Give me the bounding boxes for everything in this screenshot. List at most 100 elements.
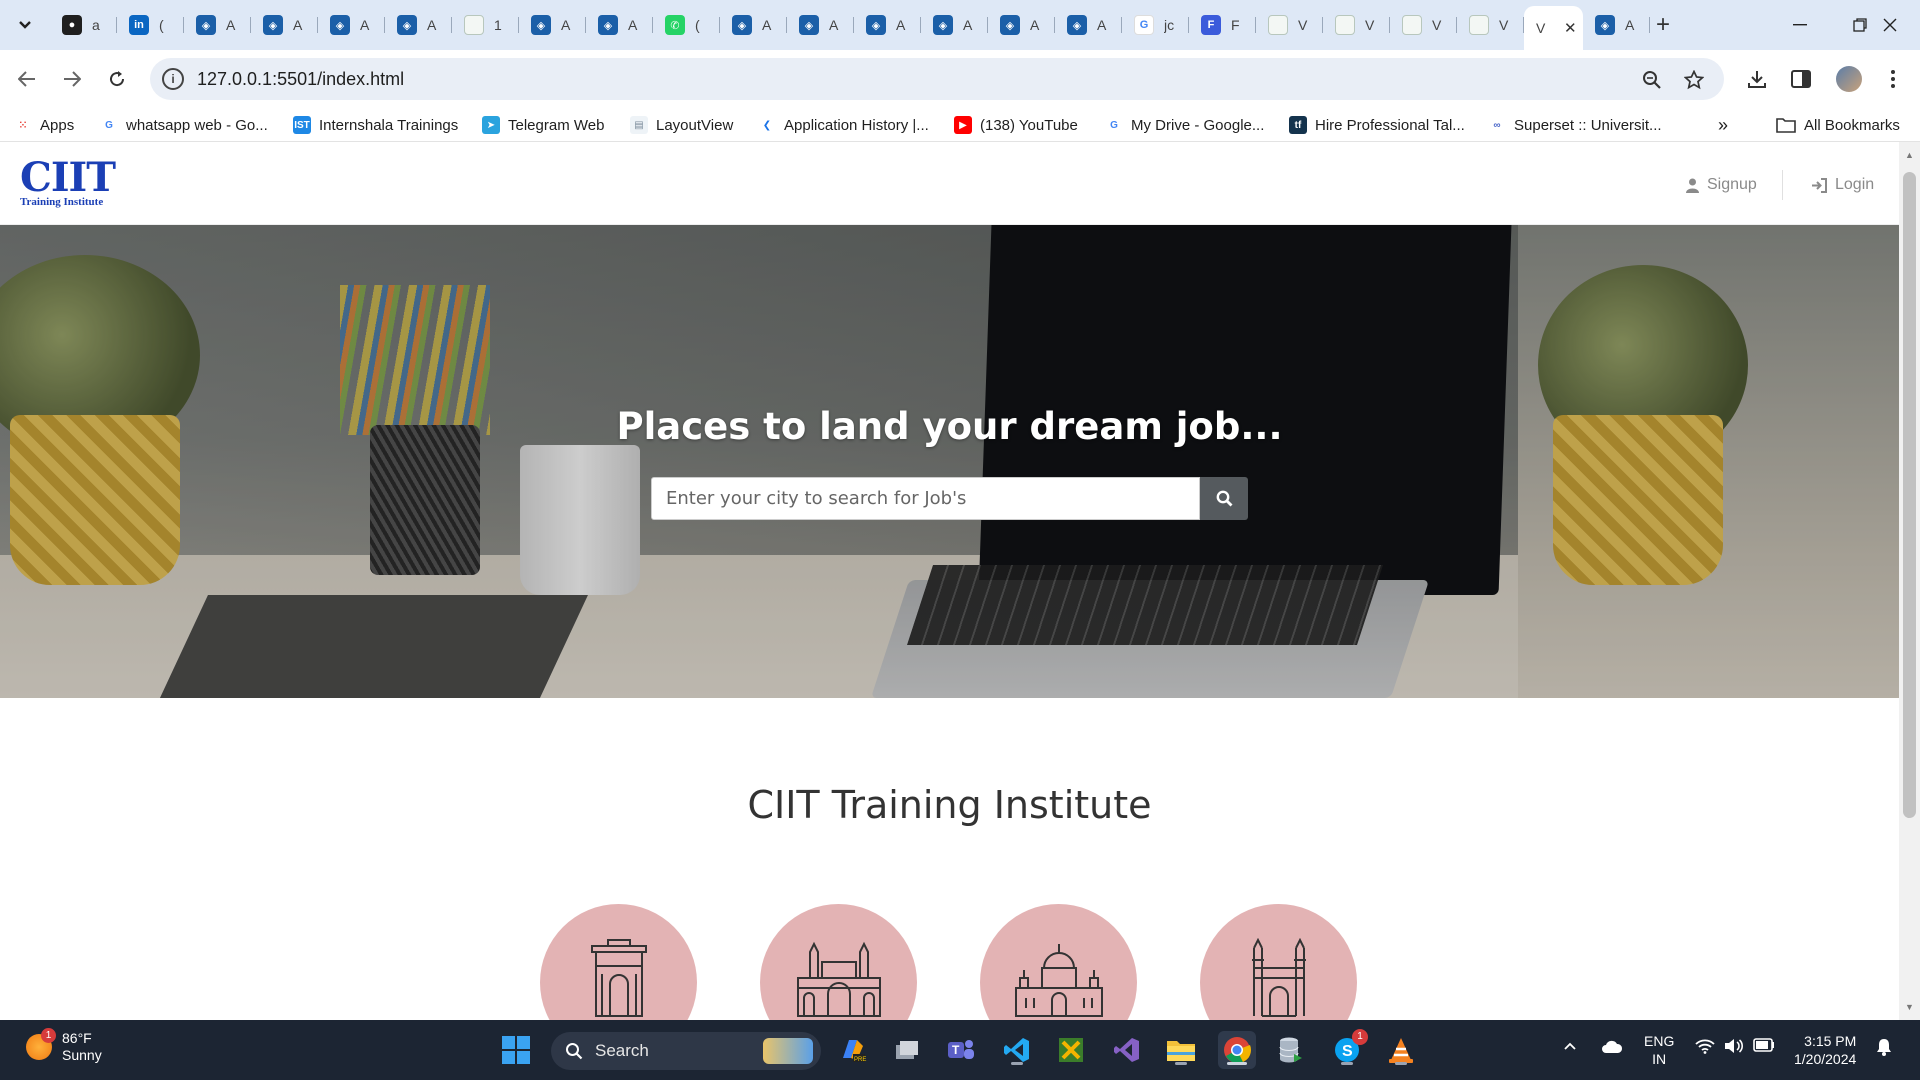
bookmark-item[interactable]: ▶ (138) YouTube (954, 114, 1078, 136)
browser-tab[interactable]: ◈ A (1055, 6, 1122, 44)
app-icon: ◈ (598, 15, 618, 35)
scroll-up-icon[interactable]: ▲ (1899, 150, 1920, 166)
language-indicator[interactable]: ENG IN (1644, 1032, 1674, 1068)
browser-tab[interactable]: ◈ A (787, 6, 854, 44)
tab-search-chevron-icon[interactable] (8, 8, 42, 42)
active-tab[interactable]: V ✕ (1524, 6, 1583, 50)
notification-bell-icon[interactable] (1876, 1038, 1892, 1060)
browser-tab[interactable]: ◈ A (720, 6, 787, 44)
site-logo[interactable]: CIIT Training Institute (20, 158, 116, 208)
browser-tab[interactable]: V (1457, 6, 1524, 44)
taskbar-xampp-icon[interactable] (1052, 1031, 1090, 1069)
weather-sun-icon: 1 (26, 1028, 56, 1060)
browser-tab[interactable]: ◈ A (251, 6, 318, 44)
tab-title: V (1536, 20, 1546, 36)
forward-icon[interactable] (55, 62, 89, 96)
taskbar-copilot-icon[interactable]: PRE (834, 1031, 872, 1069)
side-panel-icon[interactable] (1784, 62, 1818, 96)
new-tab-button[interactable]: + (1648, 10, 1678, 40)
taskbar-search[interactable]: Search (551, 1032, 821, 1070)
close-window-icon[interactable] (1860, 0, 1920, 50)
start-button[interactable] (497, 1031, 535, 1069)
browser-tab[interactable]: 1 (452, 6, 519, 44)
url-text[interactable]: 127.0.0.1:5501/index.html (197, 69, 404, 90)
minimize-icon[interactable] (1770, 0, 1830, 50)
taskbar-database-icon[interactable] (1272, 1031, 1310, 1069)
tab-title: A (762, 17, 772, 33)
all-bookmarks-label: All Bookmarks (1804, 116, 1900, 134)
search-button[interactable] (1200, 477, 1248, 520)
browser-tab[interactable]: ◈ A (184, 6, 251, 44)
download-icon[interactable] (1740, 62, 1774, 96)
close-tab-icon[interactable]: ✕ (1564, 19, 1577, 37)
app-icon: ◈ (263, 15, 283, 35)
volume-icon[interactable] (1724, 1038, 1744, 1058)
battery-icon[interactable] (1753, 1038, 1775, 1056)
browser-tab[interactable]: ◈ A (988, 6, 1055, 44)
taskbar-skype-icon[interactable]: S 1 (1328, 1029, 1368, 1069)
browser-tab[interactable]: Gjc (1122, 6, 1189, 44)
browser-tab[interactable]: FF (1189, 6, 1256, 44)
all-bookmarks[interactable]: All Bookmarks (1776, 114, 1900, 136)
menu-kebab-icon[interactable] (1876, 62, 1910, 96)
taskbar-chrome-icon[interactable] (1218, 1031, 1256, 1069)
zoom-icon[interactable] (1640, 68, 1664, 92)
scroll-down-icon[interactable]: ▼ (1899, 1002, 1920, 1018)
system-clock[interactable]: 3:15 PM 1/20/2024 (1794, 1032, 1856, 1068)
bookmark-star-icon[interactable] (1682, 68, 1706, 92)
browser-tab[interactable]: ● a (50, 6, 117, 44)
taskbar-file-explorer-icon[interactable] (1162, 1031, 1200, 1069)
tray-chevron-up-icon[interactable] (1563, 1038, 1577, 1055)
bookmark-item[interactable]: G My Drive - Google... (1105, 114, 1264, 136)
app-icon: ◈ (1067, 15, 1087, 35)
city-search-input[interactable] (651, 477, 1200, 520)
bookmark-item[interactable]: ❮ Application History |... (758, 114, 929, 136)
browser-tab[interactable]: V (1256, 6, 1323, 44)
youtube-icon: ▶ (954, 116, 972, 134)
tab-title: jc (1164, 17, 1175, 33)
login-link[interactable]: Login (1811, 176, 1874, 194)
bookmark-item[interactable]: ➤ Telegram Web (482, 114, 604, 136)
site-info-icon[interactable]: i (162, 68, 184, 90)
city-circle-4[interactable] (1200, 904, 1357, 1020)
bookmark-item[interactable]: ⁙ Apps (14, 114, 74, 136)
city-circle-1[interactable] (540, 904, 697, 1020)
browser-tab[interactable]: ✆( (653, 6, 720, 44)
browser-tab[interactable]: ◈ A (586, 6, 653, 44)
onedrive-cloud-icon[interactable] (1601, 1040, 1623, 1058)
bookmark-item[interactable]: tf Hire Professional Tal... (1289, 114, 1465, 136)
browser-tab[interactable]: V (1323, 6, 1390, 44)
bookmark-item[interactable]: ∞ Superset :: Universit... (1488, 114, 1662, 136)
browser-tab[interactable]: in ( (117, 6, 184, 44)
more-bookmarks-icon[interactable]: » (1718, 114, 1728, 136)
taskbar-teams-icon[interactable]: T (942, 1031, 980, 1069)
taskbar-visual-studio-icon[interactable] (1108, 1031, 1146, 1069)
weather-widget[interactable]: 1 86°F Sunny (26, 1028, 102, 1064)
page-scrollbar[interactable]: ▲ ▼ (1899, 142, 1920, 1020)
reload-icon[interactable] (100, 62, 134, 96)
scrollbar-thumb[interactable] (1903, 172, 1916, 818)
browser-tab[interactable]: ◈ A (519, 6, 586, 44)
profile-avatar[interactable] (1836, 66, 1862, 92)
temperature: 86°F (62, 1030, 92, 1046)
taskbar-vlc-icon[interactable] (1382, 1031, 1420, 1069)
bookmark-item[interactable]: Gwhatsapp web - Go... (100, 114, 268, 136)
signup-link[interactable]: Signup (1686, 176, 1757, 194)
back-icon[interactable] (10, 62, 44, 96)
taskbar-task-view-icon[interactable] (888, 1031, 926, 1069)
browser-tab[interactable]: V (1390, 6, 1457, 44)
bookmark-item[interactable]: IST Internshala Trainings (293, 114, 458, 136)
browser-tab[interactable]: ◈ A (921, 6, 988, 44)
bookmark-item[interactable]: ▤ LayoutView (630, 114, 733, 136)
wifi-icon[interactable] (1695, 1038, 1715, 1058)
taskbar-vscode-icon[interactable] (998, 1031, 1036, 1069)
city-circle-2[interactable] (760, 904, 917, 1020)
browser-tab[interactable]: ◈ A (1583, 6, 1650, 44)
tab-title: V (1298, 17, 1308, 33)
browser-tab[interactable]: ◈ A (854, 6, 921, 44)
browser-tab[interactable]: ◈ A (385, 6, 452, 44)
bookmark-label: Internshala Trainings (319, 116, 459, 134)
browser-tab[interactable]: ◈ A (318, 6, 385, 44)
address-bar[interactable]: i 127.0.0.1:5501/index.html (150, 58, 1724, 100)
city-circle-3[interactable] (980, 904, 1137, 1020)
